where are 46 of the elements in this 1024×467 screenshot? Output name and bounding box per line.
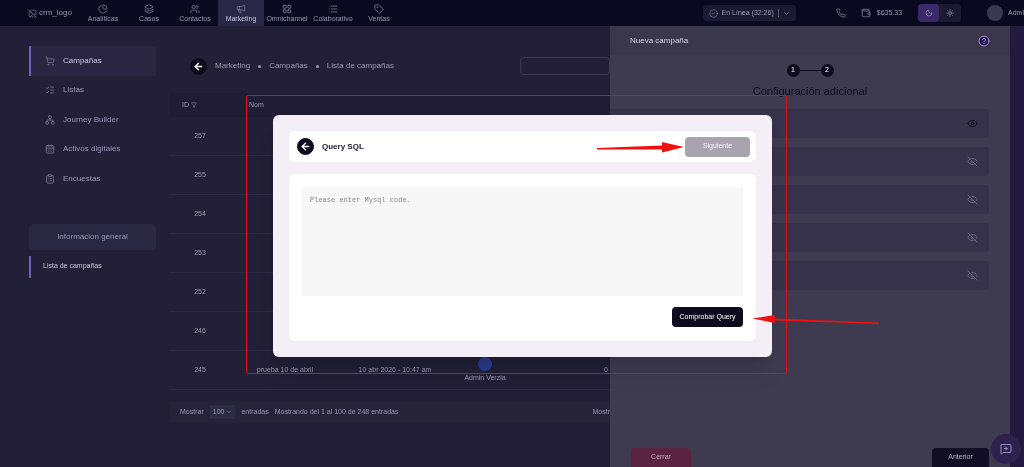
wallet-icon[interactable] (860, 8, 871, 18)
calendar-icon (45, 144, 55, 155)
chevron-down-icon (226, 409, 233, 415)
eye-off-icon[interactable] (967, 155, 978, 167)
chat-plus-icon (1000, 443, 1012, 455)
breadcrumb-link[interactable]: Lista de campañas (326, 60, 394, 72)
network-icon (45, 114, 55, 125)
section-header: Informacion general (29, 223, 156, 250)
breadcrumb-separator-icon (258, 64, 262, 68)
back-icon[interactable] (190, 57, 207, 75)
clipboard-icon (45, 173, 55, 184)
users-icon (190, 4, 200, 14)
eye-off-icon[interactable] (967, 269, 978, 281)
cart-icon (45, 55, 55, 66)
sidebar-item[interactable]: Campañas (29, 46, 156, 76)
list-icon (328, 4, 338, 14)
megaphone-icon (236, 4, 246, 14)
sidebar-item[interactable]: Listas (29, 75, 156, 105)
modal-title: Query SQL (322, 140, 364, 153)
sidebar-item[interactable]: Journey Builder (29, 105, 156, 135)
check-icon (708, 8, 718, 18)
broken-image-icon (28, 8, 37, 18)
grid-icon (282, 4, 292, 14)
checklist-icon (45, 85, 55, 96)
tag-icon (374, 4, 384, 14)
logo-alt-text: crm_logo (39, 7, 72, 19)
layers-icon (144, 4, 154, 14)
moon-icon (924, 9, 933, 17)
sidebar-item[interactable]: Encuestas (29, 164, 156, 194)
sidebar-item[interactable]: Activos digitales (29, 134, 156, 164)
search-field[interactable] (520, 57, 610, 75)
add-chat-button[interactable] (991, 434, 1021, 464)
theme-toggle[interactable] (918, 4, 962, 22)
help-icon[interactable] (978, 34, 990, 47)
back-icon[interactable] (297, 138, 314, 155)
breadcrumb-link[interactable]: Marketing (215, 60, 251, 72)
user-avatar[interactable] (987, 5, 1004, 21)
breadcrumb-separator-icon (315, 64, 319, 68)
breadcrumb-link[interactable]: Campañas (269, 60, 308, 72)
sun-icon (945, 9, 954, 17)
pie-chart-icon (98, 4, 108, 14)
chevron-down-icon (782, 9, 790, 17)
eye-off-icon[interactable] (967, 193, 978, 205)
phone-icon[interactable] (835, 8, 846, 18)
panel-title: Nueva campaña (630, 34, 689, 47)
eye-off-icon[interactable] (967, 231, 978, 243)
